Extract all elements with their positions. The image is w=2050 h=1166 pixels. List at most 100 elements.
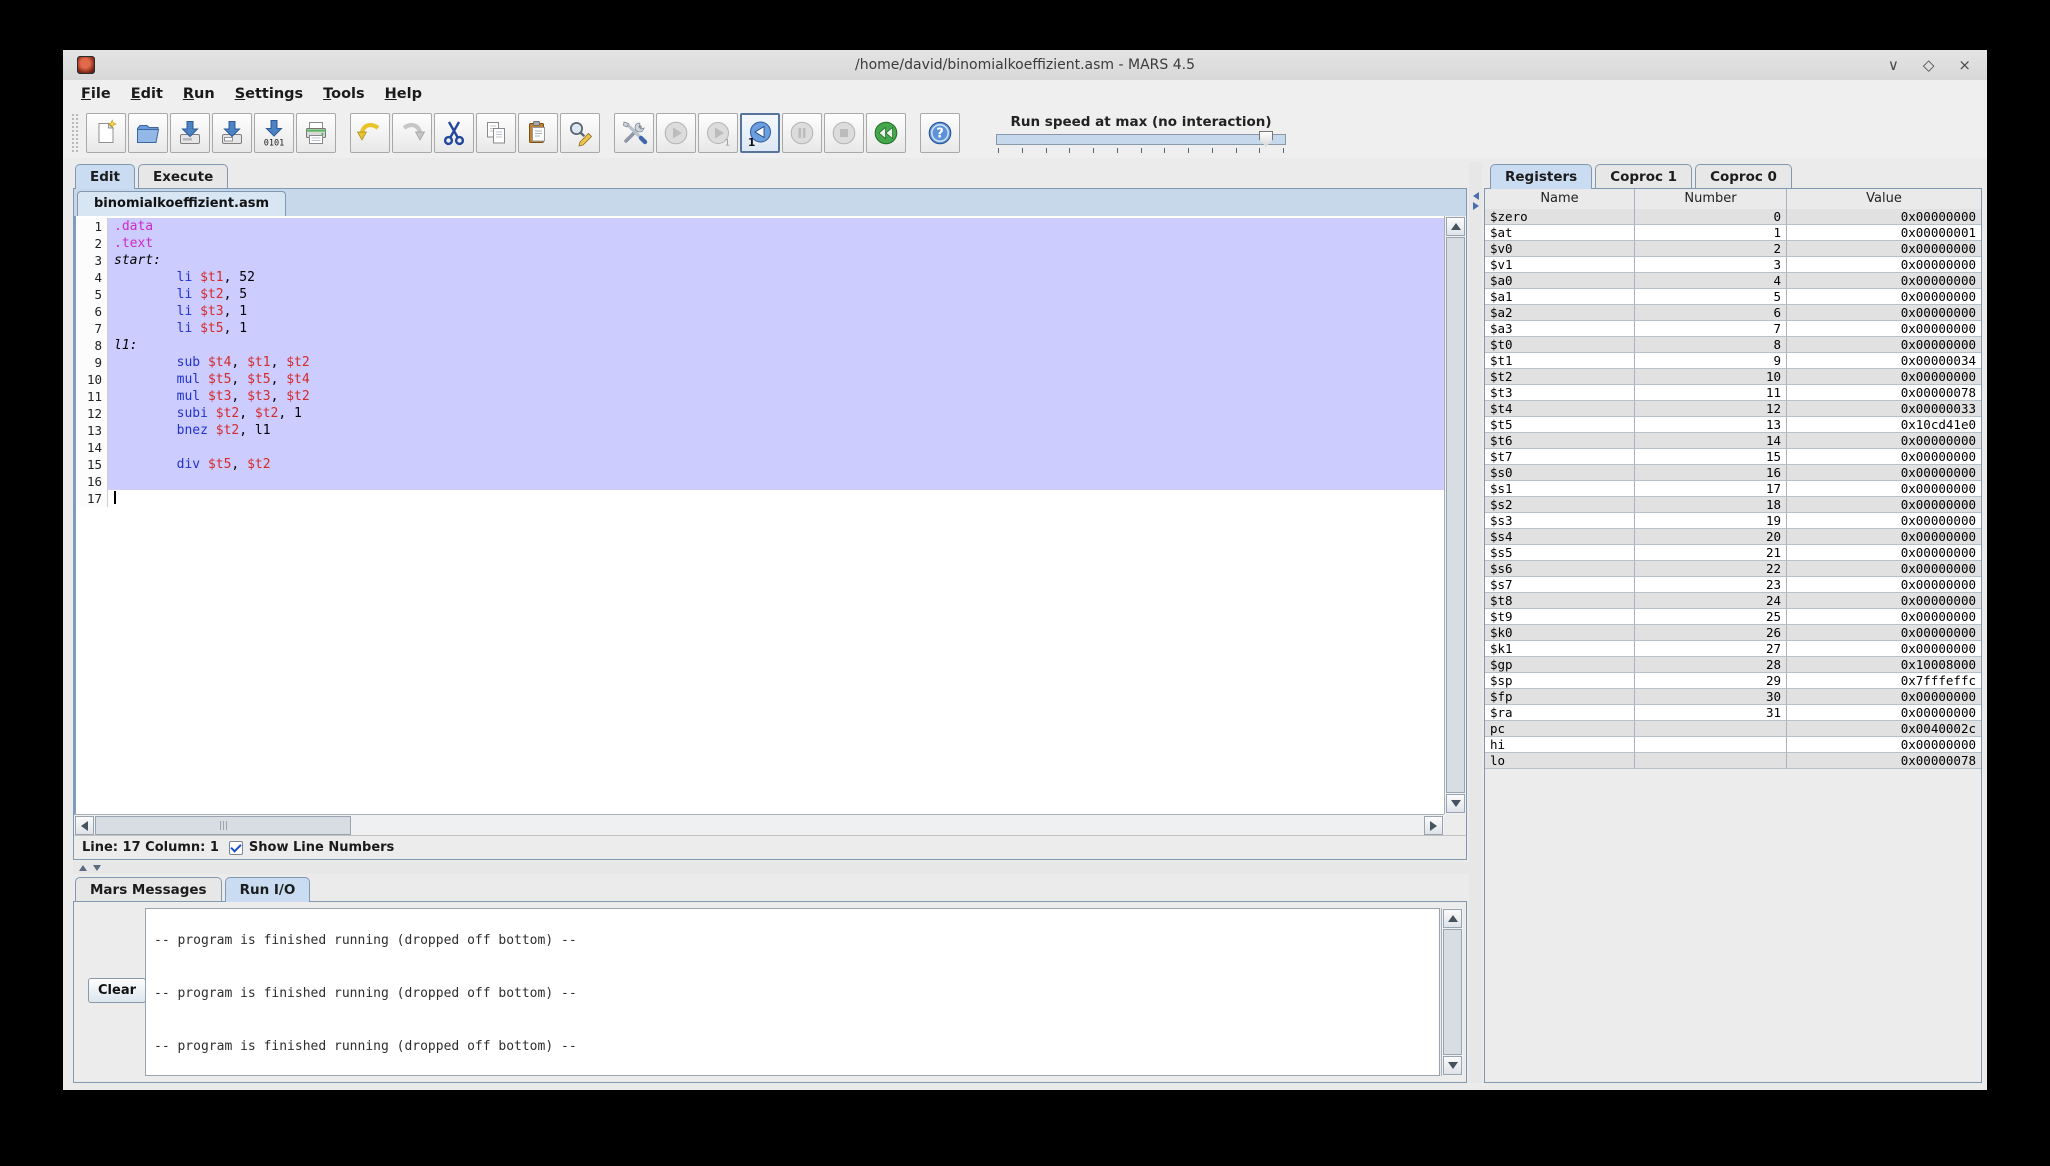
redo-button[interactable] [392, 113, 432, 153]
register-row[interactable]: $a040x00000000 [1485, 273, 1981, 289]
register-row[interactable]: $k0260x00000000 [1485, 625, 1981, 641]
run-io-vertical-scrollbar[interactable] [1441, 908, 1463, 1076]
register-row[interactable]: $s1170x00000000 [1485, 481, 1981, 497]
register-row[interactable]: lo0x00000078 [1485, 753, 1981, 769]
run-speed-slider-thumb[interactable] [1259, 131, 1273, 147]
register-row[interactable]: $s3190x00000000 [1485, 513, 1981, 529]
backstep-button[interactable]: 1 [740, 113, 780, 153]
register-value[interactable]: 0x00000000 [1787, 705, 1981, 721]
undo-button[interactable] [350, 113, 390, 153]
stop-button[interactable] [824, 113, 864, 153]
title-bar[interactable]: /home/david/binomialkoeffizient.asm - MA… [63, 50, 1987, 81]
save-button[interactable] [170, 113, 210, 153]
register-row[interactable]: pc0x0040002c [1485, 721, 1981, 737]
scroll-down-button[interactable] [1446, 794, 1465, 813]
register-value[interactable]: 0x00000000 [1787, 369, 1981, 385]
register-row[interactable]: $a370x00000000 [1485, 321, 1981, 337]
register-value[interactable]: 0x00000000 [1787, 337, 1981, 353]
register-value[interactable]: 0x00000000 [1787, 529, 1981, 545]
register-value[interactable]: 0x00000000 [1787, 241, 1981, 257]
copy-button[interactable] [476, 113, 516, 153]
register-row[interactable]: hi0x00000000 [1485, 737, 1981, 753]
register-row[interactable]: $t190x00000034 [1485, 353, 1981, 369]
register-value[interactable]: 0x00000034 [1787, 353, 1981, 369]
pause-button[interactable] [782, 113, 822, 153]
register-row[interactable]: $a260x00000000 [1485, 305, 1981, 321]
register-value[interactable]: 0x00000033 [1787, 401, 1981, 417]
register-row[interactable]: $s6220x00000000 [1485, 561, 1981, 577]
editor-horizontal-scrollbar[interactable] [74, 814, 1444, 836]
scrollbar-thumb[interactable] [1446, 237, 1465, 793]
register-row[interactable]: $v020x00000000 [1485, 241, 1981, 257]
vertical-splitter[interactable] [1469, 162, 1482, 1083]
register-row[interactable]: $t9250x00000000 [1485, 609, 1981, 625]
menu-item-help[interactable]: Help [375, 83, 432, 105]
register-row[interactable]: $at10x00000001 [1485, 225, 1981, 241]
register-value[interactable]: 0x10cd41e0 [1787, 417, 1981, 433]
register-value[interactable]: 0x7fffeffc [1787, 673, 1981, 689]
tab-edit[interactable]: Edit [75, 164, 135, 189]
scroll-down-button[interactable] [1443, 1056, 1462, 1075]
register-value[interactable]: 0x00000000 [1787, 433, 1981, 449]
tab-registers[interactable]: Registers [1490, 164, 1592, 189]
register-value[interactable]: 0x00000000 [1787, 449, 1981, 465]
menu-item-file[interactable]: File [71, 83, 121, 105]
register-row[interactable]: $sp290x7fffeffc [1485, 673, 1981, 689]
menu-item-run[interactable]: Run [173, 83, 225, 105]
register-row[interactable]: $s7230x00000000 [1485, 577, 1981, 593]
register-value[interactable]: 0x00000000 [1787, 321, 1981, 337]
register-value[interactable]: 0x10008000 [1787, 657, 1981, 673]
register-value[interactable]: 0x00000000 [1787, 625, 1981, 641]
reset-button[interactable] [866, 113, 906, 153]
register-value[interactable]: 0x00000000 [1787, 497, 1981, 513]
splitter-up-icon[interactable] [79, 865, 87, 871]
register-value[interactable]: 0x00000000 [1787, 561, 1981, 577]
register-row[interactable]: $t3110x00000078 [1485, 385, 1981, 401]
register-value[interactable]: 0x00000000 [1787, 465, 1981, 481]
tab-run-io[interactable]: Run I/O [225, 877, 311, 902]
register-row[interactable]: $t7150x00000000 [1485, 449, 1981, 465]
register-row[interactable]: $a150x00000000 [1485, 289, 1981, 305]
minimize-icon[interactable]: ∨ [1888, 58, 1899, 73]
splitter-down-icon[interactable] [93, 865, 101, 871]
register-row[interactable]: $t2100x00000000 [1485, 369, 1981, 385]
register-row[interactable]: $fp300x00000000 [1485, 689, 1981, 705]
register-value[interactable]: 0x00000000 [1787, 257, 1981, 273]
tab-coproc1[interactable]: Coproc 1 [1595, 164, 1692, 188]
toolbar-drag-handle[interactable] [71, 113, 80, 153]
assemble-button[interactable] [614, 113, 654, 153]
register-value[interactable]: 0x00000000 [1787, 577, 1981, 593]
register-value[interactable]: 0x00000078 [1787, 385, 1981, 401]
maximize-icon[interactable]: ◇ [1923, 58, 1935, 73]
register-value[interactable]: 0x00000000 [1787, 641, 1981, 657]
register-row[interactable]: $t4120x00000033 [1485, 401, 1981, 417]
run-speed-slider-track[interactable] [996, 134, 1286, 145]
scroll-up-button[interactable] [1446, 217, 1465, 236]
close-icon[interactable]: × [1958, 58, 1971, 73]
register-value[interactable]: 0x0040002c [1787, 721, 1981, 737]
register-value[interactable]: 0x00000078 [1787, 753, 1981, 769]
menu-item-tools[interactable]: Tools [313, 83, 375, 105]
tab-execute[interactable]: Execute [138, 164, 228, 188]
cut-button[interactable] [434, 113, 474, 153]
register-row[interactable]: $t080x00000000 [1485, 337, 1981, 353]
register-value[interactable]: 0x00000000 [1787, 689, 1981, 705]
find-replace-button[interactable] [560, 113, 600, 153]
horizontal-splitter[interactable] [73, 862, 1473, 874]
save-as-button[interactable] [212, 113, 252, 153]
register-value[interactable]: 0x00000000 [1787, 737, 1981, 753]
menu-item-edit[interactable]: Edit [121, 83, 173, 105]
show-line-numbers-checkbox[interactable] [229, 841, 243, 855]
register-row[interactable]: $s4200x00000000 [1485, 529, 1981, 545]
file-tab[interactable]: binomialkoeffizient.asm [77, 191, 286, 216]
register-row[interactable]: $t8240x00000000 [1485, 593, 1981, 609]
register-value[interactable]: 0x00000000 [1787, 289, 1981, 305]
register-value[interactable]: 0x00000000 [1787, 513, 1981, 529]
clear-button[interactable]: Clear [88, 978, 146, 1003]
splitter-right-icon[interactable] [1473, 202, 1479, 210]
register-row[interactable]: $t5130x10cd41e0 [1485, 417, 1981, 433]
tab-mars-messages[interactable]: Mars Messages [75, 877, 222, 901]
register-value[interactable]: 0x00000000 [1787, 209, 1981, 225]
register-value[interactable]: 0x00000000 [1787, 545, 1981, 561]
register-value[interactable]: 0x00000001 [1787, 225, 1981, 241]
